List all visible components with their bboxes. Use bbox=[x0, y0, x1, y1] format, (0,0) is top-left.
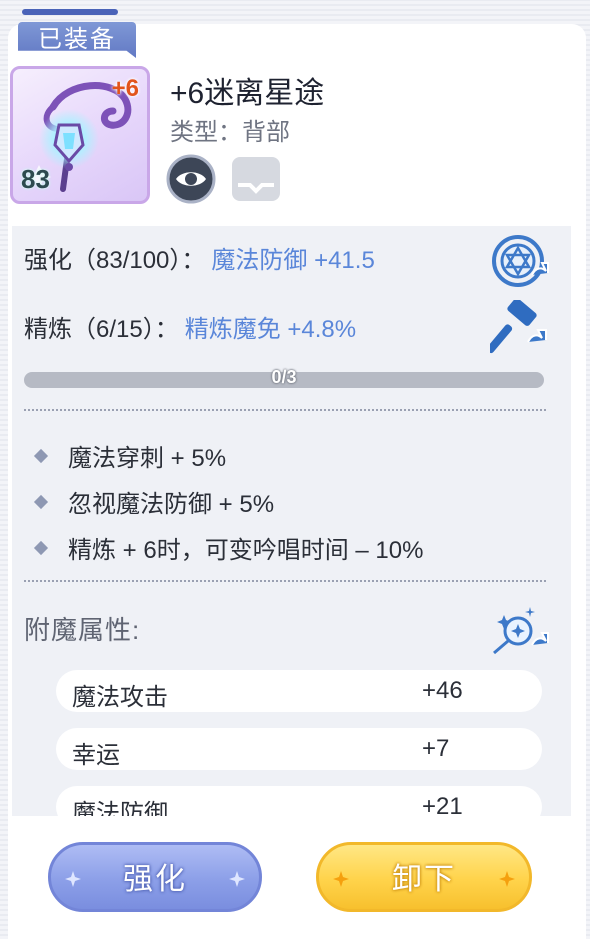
sparkle-orb-icon[interactable] bbox=[490, 601, 550, 657]
unequip-button[interactable]: 卸下 bbox=[316, 842, 532, 912]
diamond-bullet-icon bbox=[33, 494, 49, 509]
perk-item: 魔法穿刺 + 5% bbox=[33, 438, 227, 473]
diamond-bullet-icon bbox=[33, 448, 49, 463]
enchant-row: 魔法攻击 +46 bbox=[56, 670, 542, 712]
item-type: 类型：背部 bbox=[170, 119, 290, 146]
back-slot-icon[interactable] bbox=[230, 155, 282, 203]
sparkle-icon bbox=[499, 871, 515, 887]
enhance-value: 魔法防御 +41.5 bbox=[211, 247, 375, 274]
item-icon-frame[interactable]: +6 83 bbox=[10, 66, 150, 204]
refine-label: 精炼（6/15）： bbox=[24, 316, 179, 343]
enchant-list[interactable]: 魔法攻击 +46 幸运 +7 魔法防御 +21 bbox=[12, 660, 571, 816]
enchant-row: 幸运 +7 bbox=[56, 728, 542, 770]
enhance-button-label: 强化 bbox=[123, 863, 187, 896]
perk-item: 忽视魔法防御 + 5% bbox=[33, 484, 275, 519]
top-accent-bar bbox=[22, 9, 118, 15]
enchant-title: 附魔属性: bbox=[24, 615, 141, 645]
refine-progress-text: 0/3 bbox=[271, 367, 297, 387]
divider bbox=[24, 409, 546, 411]
perk-text: 忽视魔法防御 + 5% bbox=[68, 491, 275, 518]
enhance-stat-row: 强化（83/100）： 魔法防御 +41.5 bbox=[24, 240, 375, 275]
refine-stat-row: 精炼（6/15）： 精炼魔免 +4.8% bbox=[24, 309, 356, 344]
perk-text: 魔法穿刺 + 5% bbox=[68, 445, 227, 472]
enchant-row: 魔法防御 +21 bbox=[56, 786, 542, 816]
enchant-name: 魔法防御 bbox=[72, 800, 168, 816]
eye-icon[interactable] bbox=[166, 154, 216, 204]
refine-value: 精炼魔免 +4.8% bbox=[184, 316, 357, 343]
item-plus-level: +6 bbox=[111, 75, 139, 102]
perk-item: 精炼 + 6时，可变吟唱时间 – 10% bbox=[33, 530, 424, 565]
enchant-value: +7 bbox=[422, 735, 450, 762]
enhance-label: 强化（83/100）： bbox=[24, 247, 206, 274]
diamond-bullet-icon bbox=[33, 540, 49, 555]
item-level: 83 bbox=[21, 164, 50, 194]
item-name: +6迷离星途 bbox=[170, 77, 325, 110]
sparkle-icon bbox=[333, 871, 349, 887]
enchant-name: 魔法攻击 bbox=[72, 684, 168, 711]
enhance-gear-icon[interactable] bbox=[490, 233, 550, 289]
sparkle-icon bbox=[229, 871, 245, 887]
perk-text: 精炼 + 6时，可变吟唱时间 – 10% bbox=[68, 537, 424, 564]
hammer-icon[interactable] bbox=[490, 300, 548, 354]
enhance-button[interactable]: 强化 bbox=[48, 842, 262, 912]
enchant-value: +46 bbox=[422, 677, 463, 704]
divider bbox=[24, 580, 546, 582]
enchant-name: 幸运 bbox=[72, 742, 120, 769]
sparkle-icon bbox=[65, 871, 81, 887]
unequip-button-label: 卸下 bbox=[392, 863, 456, 896]
enchant-value: +21 bbox=[422, 793, 463, 816]
